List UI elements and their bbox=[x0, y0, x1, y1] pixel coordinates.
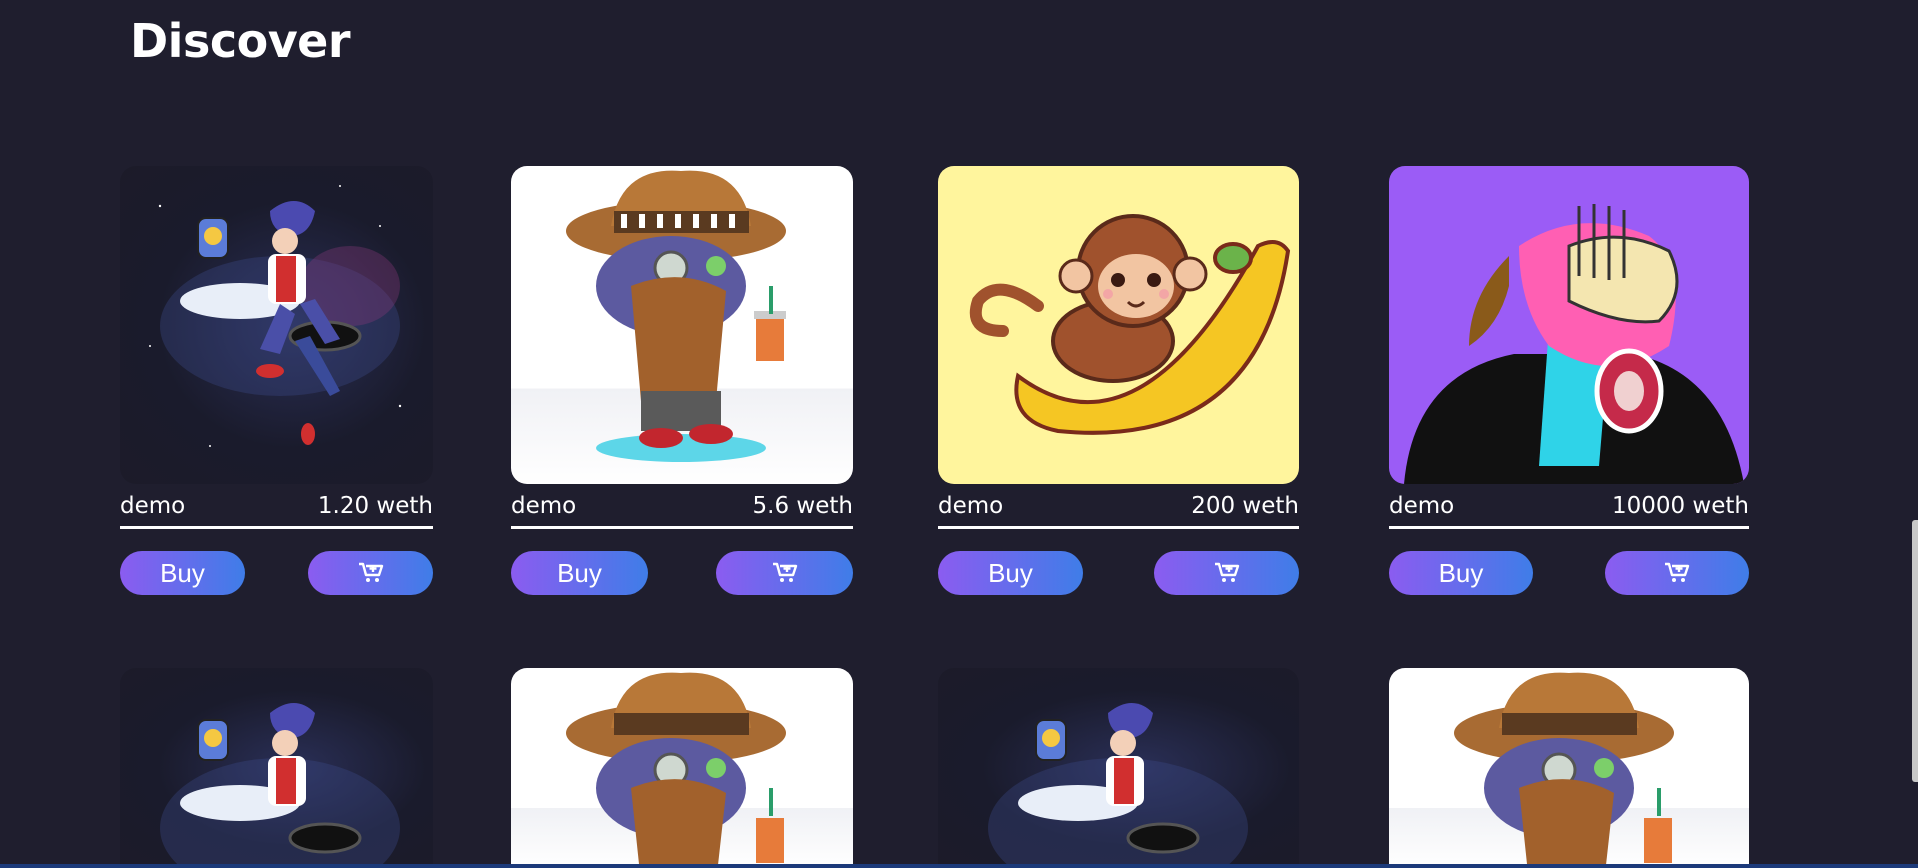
monkey-banana-art bbox=[969, 214, 1291, 435]
add-to-cart-icon bbox=[1664, 562, 1690, 584]
nft-image-dino-punk[interactable] bbox=[1389, 166, 1749, 484]
buy-button[interactable]: Buy bbox=[938, 551, 1083, 595]
nft-image-cowboy-cat[interactable] bbox=[511, 668, 853, 868]
nft-card-meta: demo 10000 weth bbox=[1389, 484, 1749, 529]
nft-card-actions: Buy bbox=[938, 551, 1299, 595]
nft-price: 1.20 weth bbox=[317, 493, 433, 519]
add-to-cart-button[interactable] bbox=[716, 551, 853, 595]
nft-image-astronaut-girl[interactable] bbox=[938, 668, 1299, 868]
nft-name: demo bbox=[1389, 493, 1455, 519]
nft-card[interactable]: demo 10000 weth Buy bbox=[1389, 166, 1749, 595]
add-to-cart-icon bbox=[1214, 562, 1240, 584]
buy-button[interactable]: Buy bbox=[1389, 551, 1533, 595]
nft-card[interactable] bbox=[511, 668, 853, 868]
nft-card[interactable] bbox=[1389, 668, 1749, 868]
nft-card-meta: demo 1.20 weth bbox=[120, 484, 433, 529]
nft-image-astronaut-girl[interactable] bbox=[120, 166, 433, 484]
cowboy-cat-art bbox=[566, 170, 786, 462]
astronaut-girl-art bbox=[988, 703, 1248, 868]
astronaut-girl-art bbox=[160, 703, 400, 868]
nft-name: demo bbox=[120, 493, 186, 519]
nft-card-actions: Buy bbox=[1389, 551, 1749, 595]
cowboy-cat-art bbox=[1454, 672, 1674, 868]
nft-card-meta: demo 5.6 weth bbox=[511, 484, 853, 529]
add-to-cart-icon bbox=[358, 562, 384, 584]
nft-name: demo bbox=[511, 493, 577, 519]
nft-card[interactable]: demo 5.6 weth Buy bbox=[511, 166, 853, 595]
nft-image-cowboy-cat[interactable] bbox=[511, 166, 853, 484]
nft-image-cowboy-cat[interactable] bbox=[1389, 668, 1749, 868]
scrollbar-thumb[interactable] bbox=[1912, 520, 1918, 782]
add-to-cart-button[interactable] bbox=[308, 551, 433, 595]
bottom-edge-bar bbox=[0, 864, 1918, 868]
nft-name: demo bbox=[938, 493, 1004, 519]
buy-button[interactable]: Buy bbox=[120, 551, 245, 595]
nft-card[interactable] bbox=[120, 668, 433, 868]
astronaut-girl-art bbox=[149, 185, 402, 447]
nft-card-meta: demo 200 weth bbox=[938, 484, 1299, 529]
nft-image-monkey-banana[interactable] bbox=[938, 166, 1299, 484]
add-to-cart-button[interactable] bbox=[1154, 551, 1299, 595]
discover-page: Discover demo 1.20 weth Buy demo 5.6 wet… bbox=[0, 0, 1918, 868]
buy-button[interactable]: Buy bbox=[511, 551, 648, 595]
nft-price: 10000 weth bbox=[1611, 493, 1749, 519]
dino-punk-art bbox=[1404, 204, 1744, 484]
nft-card[interactable]: demo 1.20 weth Buy bbox=[120, 166, 433, 595]
page-title: Discover bbox=[130, 14, 351, 68]
nft-card[interactable]: demo 200 weth Buy bbox=[938, 166, 1299, 595]
nft-price: 5.6 weth bbox=[752, 493, 853, 519]
add-to-cart-button[interactable] bbox=[1605, 551, 1749, 595]
add-to-cart-icon bbox=[772, 562, 798, 584]
nft-card[interactable] bbox=[938, 668, 1299, 868]
nft-image-astronaut-girl[interactable] bbox=[120, 668, 433, 868]
nft-card-actions: Buy bbox=[511, 551, 853, 595]
cowboy-cat-art bbox=[566, 672, 786, 868]
nft-card-actions: Buy bbox=[120, 551, 433, 595]
nft-price: 200 weth bbox=[1191, 493, 1299, 519]
